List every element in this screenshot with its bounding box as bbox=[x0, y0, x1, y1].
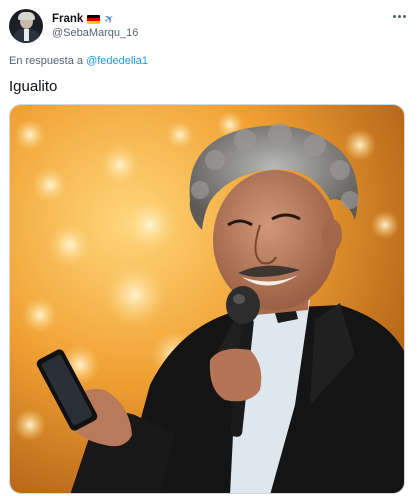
more-dot bbox=[402, 14, 406, 18]
tweet-photo[interactable] bbox=[9, 104, 405, 494]
reply-context: En respuesta a @fededelia1 bbox=[9, 55, 148, 67]
ear bbox=[322, 219, 342, 251]
more-options-icon[interactable] bbox=[386, 6, 412, 26]
germany-flag-icon bbox=[87, 14, 101, 24]
airplane-icon: ✈ bbox=[101, 10, 118, 28]
author-display-name[interactable]: Frank bbox=[52, 13, 83, 25]
author-name-row: Frank ✈ bbox=[52, 10, 118, 28]
reply-mention-link[interactable]: @fededelia1 bbox=[86, 55, 148, 67]
reply-prefix: En respuesta a bbox=[9, 55, 83, 67]
author-handle[interactable]: @SebaMarqu_16 bbox=[52, 27, 138, 39]
avatar-shirt bbox=[24, 29, 29, 41]
more-dot bbox=[397, 14, 401, 18]
hand-holding-mic bbox=[209, 348, 262, 402]
tweet-text: Igualito bbox=[9, 78, 58, 95]
avatar-hair bbox=[18, 12, 35, 20]
tweet-card: Frank ✈ @SebaMarqu_16 En respuesta a @fe… bbox=[0, 0, 420, 496]
microphone-highlight bbox=[233, 294, 245, 304]
more-dot bbox=[392, 14, 396, 18]
face bbox=[213, 170, 337, 310]
avatar[interactable] bbox=[9, 9, 43, 43]
microphone-head bbox=[226, 286, 260, 324]
photo-illustration bbox=[10, 105, 404, 493]
